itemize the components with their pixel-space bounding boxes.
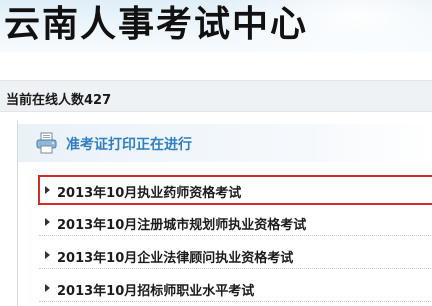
bullet-arrow-icon <box>45 284 50 292</box>
notice-text: 准考证打印正在进行 <box>66 137 192 153</box>
exam-list-item-1[interactable]: 2013年10月执业药师资格考试 <box>38 175 432 205</box>
exam-list-item-3[interactable]: 2013年10月企业法律顾问执业资格考试 <box>39 241 432 269</box>
exam-link[interactable]: 2013年10月执业药师资格考试 <box>57 182 241 201</box>
exam-link[interactable]: 2013年10月注册城市规划师执业资格考试 <box>57 214 306 233</box>
exam-panel: 准考证打印正在进行 2013年10月执业药师资格考试 2013年10月注册城市规… <box>17 120 432 306</box>
admission-ticket-notice[interactable]: 准考证打印正在进行 <box>18 124 432 162</box>
bullet-arrow-icon <box>45 251 50 259</box>
online-count-text: 当前在线人数427 <box>6 93 112 108</box>
bullet-arrow-icon <box>45 218 50 226</box>
header-banner: 云南人事考试中心 <box>0 0 432 52</box>
exam-link[interactable]: 2013年10月招标师职业水平考试 <box>57 280 254 299</box>
printer-icon <box>36 132 57 154</box>
exam-list-item-2[interactable]: 2013年10月注册城市规划师执业资格考试 <box>39 208 432 236</box>
site-title: 云南人事考试中心 <box>4 3 309 45</box>
bullet-arrow-icon <box>45 186 50 194</box>
exam-link[interactable]: 2013年10月企业法律顾问执业资格考试 <box>57 247 293 266</box>
exam-list-item-4[interactable]: 2013年10月招标师职业水平考试 <box>39 274 432 302</box>
online-count-bar: 当前在线人数427 <box>0 80 432 112</box>
